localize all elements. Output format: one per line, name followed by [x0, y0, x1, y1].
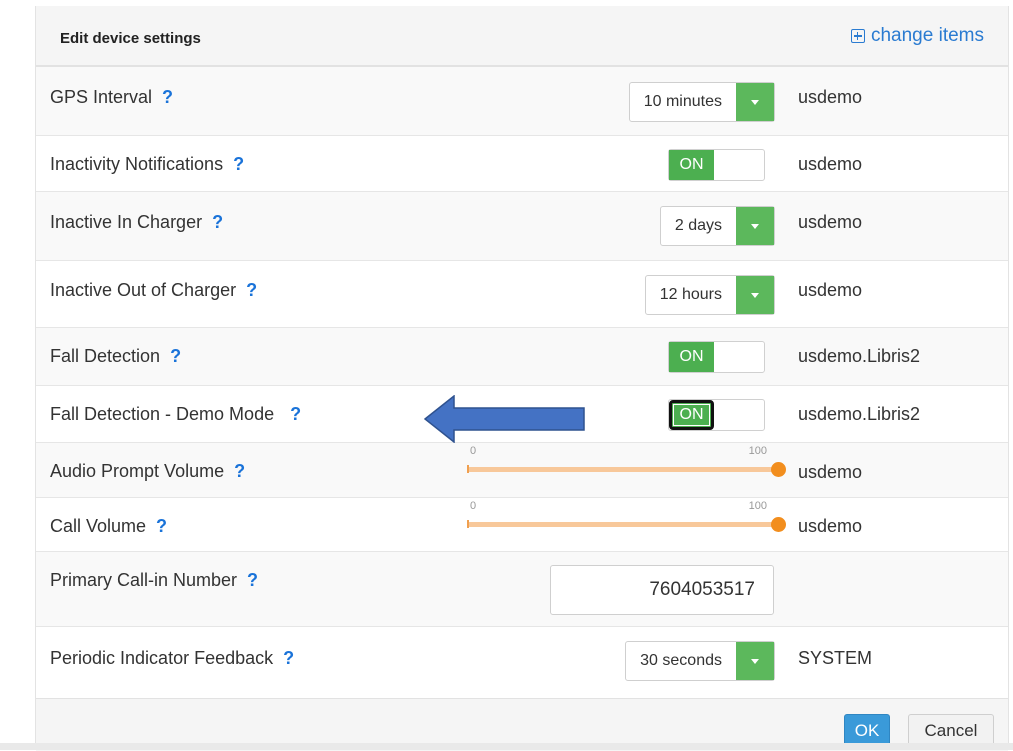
setting-row-inactive-out-of-charger: Inactive Out of Charger ? 12 hours usdem…: [36, 261, 1008, 328]
help-icon[interactable]: ?: [156, 516, 167, 537]
help-icon[interactable]: ?: [247, 570, 258, 591]
select-value: 12 hours: [659, 286, 722, 303]
setting-row-periodic-indicator-feedback: Periodic Indicator Feedback ? 30 seconds…: [36, 627, 1008, 698]
annotation-arrow: [424, 395, 585, 443]
select-value: 10 minutes: [643, 93, 722, 110]
primary-call-in-number-input[interactable]: [550, 565, 774, 615]
dropdown-button[interactable]: [736, 83, 774, 121]
page-bottom-strip: [0, 743, 1013, 750]
setting-label: Fall Detection: [50, 346, 161, 366]
help-icon[interactable]: ?: [233, 154, 244, 175]
slider-min-mark: [467, 520, 469, 528]
setting-label: Fall Detection - Demo Mode: [50, 404, 275, 424]
setting-label: Call Volume: [50, 516, 147, 536]
help-icon[interactable]: ?: [290, 404, 301, 425]
setting-label: Audio Prompt Volume: [50, 461, 225, 481]
help-icon[interactable]: ?: [162, 87, 173, 108]
inactive-out-of-charger-select[interactable]: 12 hours: [644, 275, 775, 315]
setting-owner: usdemo.Libris2: [798, 346, 921, 366]
caret-down-icon: [751, 292, 759, 298]
setting-owner: usdemo: [798, 462, 863, 482]
slider-handle[interactable]: [771, 517, 786, 532]
dropdown-button[interactable]: [736, 207, 774, 245]
slider-track[interactable]: [467, 467, 779, 472]
slider-min-mark: [467, 465, 469, 473]
slider-handle[interactable]: [771, 462, 786, 477]
setting-owner: usdemo: [798, 154, 863, 174]
toggle-on-label: ON: [669, 400, 714, 430]
setting-owner: usdemo: [798, 280, 863, 300]
inactivity-notifications-toggle[interactable]: ON: [668, 149, 765, 181]
caret-down-icon: [751, 99, 759, 105]
help-icon[interactable]: ?: [212, 212, 223, 233]
caret-down-icon: [751, 658, 759, 664]
select-value: 30 seconds: [640, 652, 722, 669]
setting-row-inactivity-notifications: Inactivity Notifications ? ON usdemo: [36, 136, 1008, 192]
call-volume-slider[interactable]: 0 100: [467, 500, 786, 536]
setting-owner: SYSTEM: [798, 648, 873, 668]
change-items-link[interactable]: change items: [850, 25, 984, 47]
fall-detection-demo-mode-toggle[interactable]: ON: [668, 399, 765, 431]
dropdown-button[interactable]: [736, 642, 774, 680]
setting-owner: usdemo: [798, 87, 863, 107]
help-icon[interactable]: ?: [283, 648, 294, 669]
setting-row-primary-call-in-number: Primary Call-in Number ?: [36, 552, 1008, 627]
slider-track[interactable]: [467, 522, 779, 527]
setting-row-inactive-in-charger: Inactive In Charger ? 2 days usdemo: [36, 192, 1008, 261]
setting-row-call-volume: Call Volume ? 0 100 usdemo: [36, 498, 1008, 552]
setting-row-gps-interval: GPS Interval ? 10 minutes usdemo: [36, 67, 1008, 136]
gps-interval-select[interactable]: 10 minutes: [628, 82, 775, 122]
setting-label: Inactive Out of Charger: [50, 280, 237, 300]
setting-label: Inactive In Charger: [50, 212, 203, 232]
help-icon[interactable]: ?: [170, 346, 181, 367]
setting-row-audio-prompt-volume: Audio Prompt Volume ? 0 100 usdemo: [36, 443, 1008, 498]
slider-max-label: 100: [748, 500, 767, 512]
inactive-in-charger-select[interactable]: 2 days: [659, 206, 775, 246]
setting-label: GPS Interval: [50, 87, 153, 107]
dialog-title: Edit device settings: [60, 30, 201, 47]
setting-label: Inactivity Notifications: [50, 154, 224, 174]
dialog-header: Edit device settings change items: [36, 6, 1008, 67]
audio-prompt-volume-slider[interactable]: 0 100: [467, 445, 786, 481]
setting-owner: usdemo.Libris2: [798, 404, 921, 424]
help-icon[interactable]: ?: [234, 461, 245, 482]
change-items-label: change items: [870, 25, 984, 46]
plus-square-icon: [850, 29, 865, 43]
periodic-indicator-feedback-select[interactable]: 30 seconds: [625, 641, 775, 681]
fall-detection-toggle[interactable]: ON: [668, 341, 765, 373]
setting-owner: usdemo: [798, 516, 863, 536]
select-value: 2 days: [674, 217, 722, 234]
setting-label: Periodic Indicator Feedback: [50, 648, 274, 668]
toggle-on-label: ON: [669, 342, 714, 372]
help-icon[interactable]: ?: [246, 280, 257, 301]
dropdown-button[interactable]: [736, 276, 774, 314]
caret-down-icon: [751, 223, 759, 229]
slider-max-label: 100: [748, 445, 767, 457]
setting-owner: usdemo: [798, 212, 863, 232]
slider-min-label: 0: [470, 445, 477, 457]
slider-min-label: 0: [470, 500, 477, 512]
edit-device-settings-dialog: Edit device settings change items GPS In…: [35, 6, 1009, 751]
setting-label: Primary Call-in Number: [50, 570, 238, 590]
toggle-on-label: ON: [669, 150, 714, 180]
setting-row-fall-detection: Fall Detection ? ON usdemo.Libris2: [36, 328, 1008, 386]
